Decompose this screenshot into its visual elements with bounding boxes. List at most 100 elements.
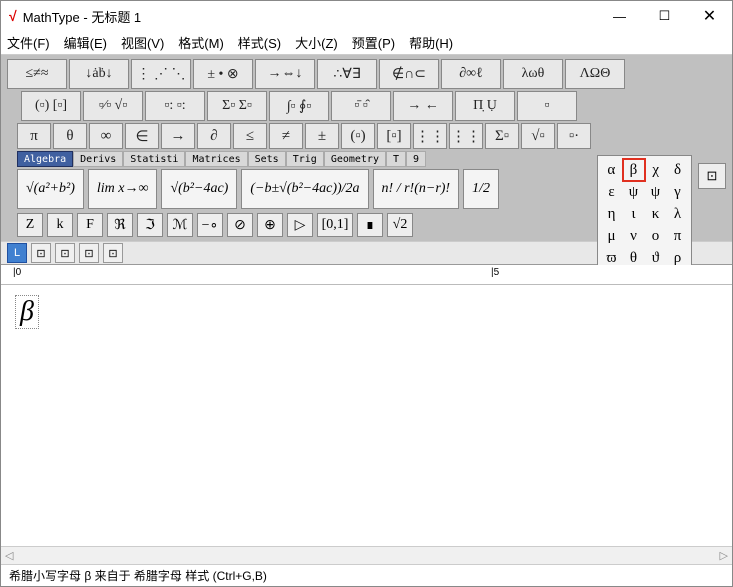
ruler[interactable] bbox=[1, 265, 732, 285]
greek-alpha[interactable]: α bbox=[601, 159, 623, 181]
sym-theta[interactable]: θ bbox=[53, 123, 87, 149]
sym-interval[interactable]: [0,1] bbox=[317, 213, 353, 237]
equation-content[interactable]: β bbox=[15, 295, 39, 329]
greek-gamma[interactable]: γ bbox=[667, 181, 689, 203]
sym-im[interactable]: ℑ bbox=[137, 213, 163, 237]
horizontal-scrollbar[interactable]: ◁ ▷ bbox=[1, 546, 732, 564]
pal-logic[interactable]: ∴∀∃ bbox=[317, 59, 377, 89]
sym-script-m[interactable]: ℳ bbox=[167, 213, 193, 237]
mt-btn-3[interactable]: ⊡ bbox=[55, 243, 75, 263]
tpl-half[interactable]: 1/2 bbox=[463, 169, 499, 209]
pal-binops[interactable]: ± • ⊗ bbox=[193, 59, 253, 89]
menu-file[interactable]: 文件(F) bbox=[7, 33, 50, 52]
greek-nu[interactable]: ν bbox=[623, 225, 645, 247]
mt-btn-4[interactable]: ⊡ bbox=[79, 243, 99, 263]
mt-btn-1[interactable]: L bbox=[7, 243, 27, 263]
pal-set[interactable]: ∉∩⊂ bbox=[379, 59, 439, 89]
sym-mat2[interactable]: ⋮⋮ bbox=[413, 123, 447, 149]
pal-arrows[interactable]: →⇔↓ bbox=[255, 59, 315, 89]
tpl-pythag[interactable]: √(a²+b²) bbox=[17, 169, 84, 209]
tpl-combin[interactable]: n! / r!(n−r)! bbox=[373, 169, 460, 209]
sym-sqrt2[interactable]: √2 bbox=[387, 213, 413, 237]
sym-box[interactable]: ∎ bbox=[357, 213, 383, 237]
pal-accents[interactable]: ↓ȧḃ↓ bbox=[69, 59, 129, 89]
sym-pi[interactable]: π bbox=[17, 123, 51, 149]
sym-dot[interactable]: ▫· bbox=[557, 123, 591, 149]
sym-pm[interactable]: ± bbox=[305, 123, 339, 149]
menu-format[interactable]: 格式(M) bbox=[178, 33, 224, 52]
pal-label-arrows[interactable]: → ← bbox=[393, 91, 453, 121]
sym-sqrt[interactable]: √▫ bbox=[521, 123, 555, 149]
mt-btn-2[interactable]: ⊡ bbox=[31, 243, 51, 263]
sym-compose[interactable]: −∘ bbox=[197, 213, 223, 237]
tab-geometry[interactable]: Geometry bbox=[324, 151, 386, 167]
pal-frac-root[interactable]: ▫⁄▫ √▫ bbox=[83, 91, 143, 121]
tab-trig[interactable]: Trig bbox=[286, 151, 324, 167]
editor-area[interactable]: β bbox=[1, 285, 732, 546]
sym-F[interactable]: F bbox=[77, 213, 103, 237]
greek-eta[interactable]: η bbox=[601, 203, 623, 225]
tab-sets[interactable]: Sets bbox=[248, 151, 286, 167]
greek-varphi[interactable]: ψ bbox=[645, 181, 667, 203]
greek-kappa[interactable]: κ bbox=[645, 203, 667, 225]
sym-sigma[interactable]: Σ▫ bbox=[485, 123, 519, 149]
greek-delta[interactable]: δ bbox=[667, 159, 689, 181]
greek-lambda[interactable]: λ bbox=[667, 203, 689, 225]
pal-integral[interactable]: ∫▫ ∮▫ bbox=[269, 91, 329, 121]
tab-t[interactable]: T bbox=[386, 151, 406, 167]
menu-edit[interactable]: 编辑(E) bbox=[64, 33, 107, 52]
sym-arrow[interactable]: → bbox=[161, 123, 195, 149]
greek-eps[interactable]: ε bbox=[601, 181, 623, 203]
pal-subsup[interactable]: ▫: ▫: bbox=[145, 91, 205, 121]
sym-oplus[interactable]: ⊕ bbox=[257, 213, 283, 237]
tab-9[interactable]: 9 bbox=[406, 151, 426, 167]
menu-size[interactable]: 大小(Z) bbox=[295, 33, 338, 52]
greek-iota[interactable]: ι bbox=[623, 203, 645, 225]
sym-leq[interactable]: ≤ bbox=[233, 123, 267, 149]
scroll-left-icon[interactable]: ◁ bbox=[5, 549, 13, 562]
menu-view[interactable]: 视图(V) bbox=[121, 33, 164, 52]
minimize-button[interactable]: — bbox=[597, 1, 642, 31]
tab-matrices[interactable]: Matrices bbox=[185, 151, 247, 167]
greek-mu[interactable]: μ bbox=[601, 225, 623, 247]
greek-omicron[interactable]: ο bbox=[645, 225, 667, 247]
sym-k[interactable]: k bbox=[47, 213, 73, 237]
tpl-disc[interactable]: √(b²−4ac) bbox=[161, 169, 237, 209]
sym-inf[interactable]: ∞ bbox=[89, 123, 123, 149]
pal-fences[interactable]: (▫) [▫] bbox=[21, 91, 81, 121]
pal-box[interactable]: ▫ bbox=[517, 91, 577, 121]
sym-oslash[interactable]: ⊘ bbox=[227, 213, 253, 237]
greek-pi[interactable]: π bbox=[667, 225, 689, 247]
sym-bracket[interactable]: [▫] bbox=[377, 123, 411, 149]
pal-rel-ops[interactable]: ≤≠≈ bbox=[7, 59, 67, 89]
pal-greek-upper[interactable]: ΛΩΘ bbox=[565, 59, 625, 89]
pal-greek-lower[interactable]: λωθ bbox=[503, 59, 563, 89]
pal-prodset[interactable]: Π̣ Ụ bbox=[455, 91, 515, 121]
greek-chi[interactable]: χ bbox=[645, 159, 667, 181]
close-button[interactable]: ✕ bbox=[687, 1, 732, 31]
menu-pref[interactable]: 预置(P) bbox=[352, 33, 395, 52]
sym-Z[interactable]: Z bbox=[17, 213, 43, 237]
pal-matrix-side[interactable]: ⊡ bbox=[698, 163, 726, 189]
tab-algebra[interactable]: Algebra bbox=[17, 151, 73, 167]
scroll-right-icon[interactable]: ▷ bbox=[720, 549, 728, 562]
maximize-button[interactable]: ☐ bbox=[642, 1, 687, 31]
sym-in[interactable]: ∈ bbox=[125, 123, 159, 149]
menu-style[interactable]: 样式(S) bbox=[238, 33, 281, 52]
menu-help[interactable]: 帮助(H) bbox=[409, 33, 453, 52]
pal-calc[interactable]: ∂∞ℓ bbox=[441, 59, 501, 89]
tab-derivs[interactable]: Derivs bbox=[73, 151, 123, 167]
sym-partial[interactable]: ∂ bbox=[197, 123, 231, 149]
pal-sum[interactable]: Σ▫ Σ▫ bbox=[207, 91, 267, 121]
greek-phi[interactable]: ψ bbox=[623, 181, 645, 203]
sym-tri[interactable]: ▷ bbox=[287, 213, 313, 237]
mt-btn-5[interactable]: ⊡ bbox=[103, 243, 123, 263]
sym-mat3[interactable]: ⋮⋮ bbox=[449, 123, 483, 149]
pal-dots[interactable]: ⋮ ⋰ ⋱ bbox=[131, 59, 191, 89]
tpl-quadratic[interactable]: (−b±√(b²−4ac))/2a bbox=[241, 169, 368, 209]
sym-re[interactable]: ℜ bbox=[107, 213, 133, 237]
pal-overbar[interactable]: ▫̄ ▫̂ bbox=[331, 91, 391, 121]
sym-paren[interactable]: (▫) bbox=[341, 123, 375, 149]
sym-neq[interactable]: ≠ bbox=[269, 123, 303, 149]
tab-statisti[interactable]: Statisti bbox=[123, 151, 185, 167]
